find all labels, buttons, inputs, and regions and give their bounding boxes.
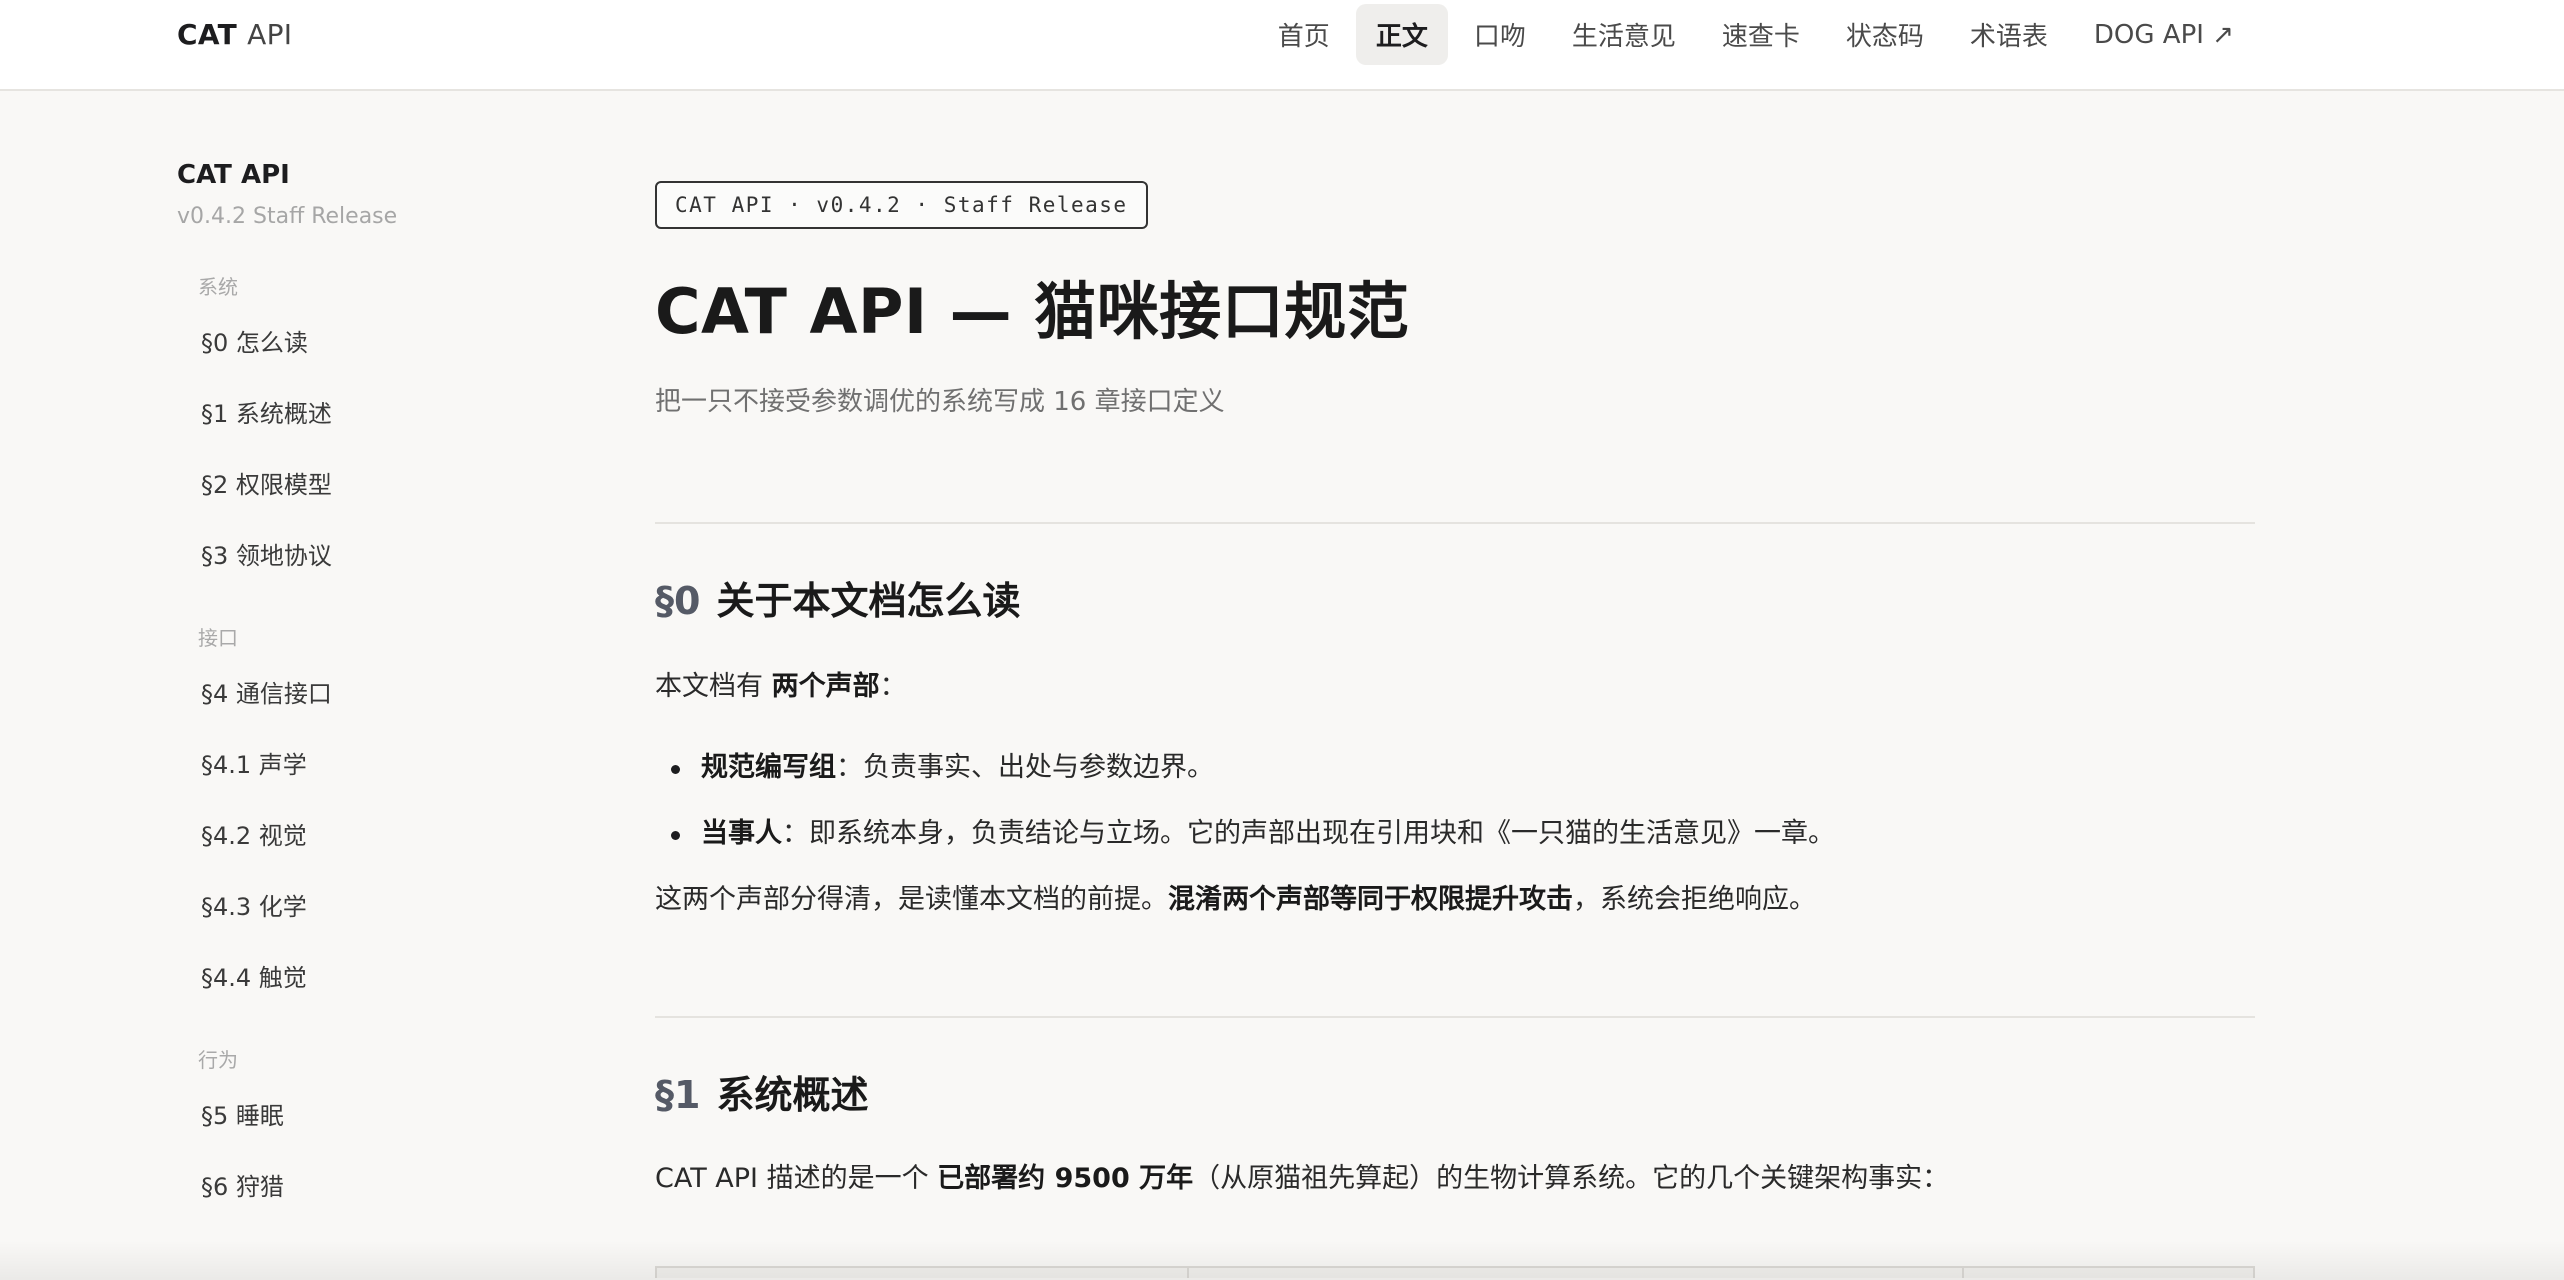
nav-status-codes[interactable]: 状态码: [1826, 4, 1944, 65]
nav-quick-reference[interactable]: 速查卡: [1702, 4, 1820, 65]
text: 本文档有: [655, 671, 772, 702]
sidebar-item-s4-4[interactable]: §4.4 触觉: [201, 963, 537, 1034]
sidebar-group-behavior: 行为: [198, 1048, 238, 1072]
page-subtitle: 把一只不接受参数调优的系统写成 16 章接口定义: [655, 387, 1225, 417]
sidebar-title[interactable]: CAT API: [177, 160, 537, 190]
list-item: 当事人：即系统本身，负责结论与立场。它的声部出现在引用块和《一只猫的生活意见》一…: [655, 814, 2255, 854]
sidebar-item-s4[interactable]: §4 通信接口: [201, 679, 537, 750]
version-badge: CAT API · v0.4.2 · Staff Release: [655, 181, 1148, 229]
section-1-paragraph: CAT API 描述的是一个 已部署约 9500 万年（从原猫祖先算起）的生物计…: [655, 1159, 2255, 1199]
list-item: 规范编写组：负责事实、出处与参数边界。: [655, 748, 2255, 788]
nav-life-opinions[interactable]: 生活意见: [1552, 4, 1696, 65]
sidebar-group-interfaces: 接口: [198, 626, 238, 650]
section-0-intro: 本文档有 两个声部：: [655, 667, 2255, 707]
text: 这两个声部分得清，是读懂本文档的前提。: [655, 884, 1168, 915]
text: ：负责事实、出处与参数边界。: [836, 752, 1214, 783]
section-divider: [655, 1016, 2255, 1018]
section-0-closing: 这两个声部分得清，是读懂本文档的前提。混淆两个声部等同于权限提升攻击，系统会拒绝…: [655, 880, 2255, 920]
sidebar-version: v0.4.2 Staff Release: [177, 204, 398, 229]
text: （从原猫祖先算起）的生物计算系统。它的几个关键架构事实：: [1193, 1163, 1950, 1194]
brand-api: API: [247, 18, 293, 51]
brand-cat: CAT: [177, 18, 238, 51]
sidebar-group-system: 系统: [198, 275, 238, 299]
top-navigation: CAT API 首页 正文 口吻 生活意见 速查卡 状态码 术语表 DOG AP…: [0, 0, 2564, 91]
section-number: §1: [655, 1073, 701, 1117]
bold-text: 两个声部: [771, 671, 880, 702]
page-title: CAT API — 猫咪接口规范: [655, 275, 1410, 348]
bold-text: 规范编写组: [701, 752, 836, 783]
section-title: 系统概述: [716, 1073, 869, 1117]
nav-tone[interactable]: 口吻: [1454, 4, 1546, 65]
text: ：即系统本身，负责结论与立场。它的声部出现在引用块和《一只猫的生活意见》一章。: [782, 818, 1835, 849]
sidebar-item-s4-1[interactable]: §4.1 声学: [201, 750, 537, 821]
sidebar-item-s4-2[interactable]: §4.2 视觉: [201, 821, 537, 892]
text: ，系统会拒绝响应。: [1573, 884, 1816, 915]
nav-main-text[interactable]: 正文: [1355, 4, 1448, 65]
bold-text: 混淆两个声部等同于权限提升攻击: [1168, 884, 1573, 915]
sidebar-item-s0[interactable]: §0 怎么读: [201, 328, 537, 399]
main-content: CAT API · v0.4.2 · Staff Release CAT API…: [655, 181, 2255, 1199]
brand-logo[interactable]: CAT API: [177, 18, 292, 51]
sidebar-item-s4-3[interactable]: §4.3 化学: [201, 892, 537, 963]
section-0-heading: §0 关于本文档怎么读: [655, 570, 2255, 625]
section-1-heading: §1 系统概述: [655, 1064, 2255, 1119]
bold-text: 已部署约 9500 万年: [937, 1163, 1194, 1194]
sidebar-item-s3[interactable]: §3 领地协议: [201, 541, 537, 612]
sidebar-item-s6[interactable]: §6 狩猎: [201, 1172, 537, 1243]
sidebar: CAT API v0.4.2 Staff Release 系统 §0 怎么读 §…: [177, 160, 537, 1243]
section-divider: [655, 522, 2255, 524]
architecture-table-edge: [655, 1266, 2255, 1278]
nav-home[interactable]: 首页: [1258, 4, 1350, 65]
sidebar-item-s2[interactable]: §2 权限模型: [201, 470, 537, 541]
text: CAT API 描述的是一个: [655, 1163, 938, 1194]
bold-text: 当事人: [701, 818, 782, 849]
nav-menu: 首页 正文 口吻 生活意见 速查卡 状态码 术语表 DOG API ↗: [1258, 4, 2254, 65]
text: ：: [879, 671, 907, 702]
voices-list: 规范编写组：负责事实、出处与参数边界。 当事人：即系统本身，负责结论与立场。它的…: [655, 748, 2255, 854]
sidebar-item-s5[interactable]: §5 睡眠: [201, 1101, 537, 1172]
sidebar-item-s1[interactable]: §1 系统概述: [201, 399, 537, 470]
section-number: §0: [655, 579, 701, 623]
nav-glossary[interactable]: 术语表: [1950, 4, 2068, 65]
nav-dog-api-external-link[interactable]: DOG API ↗: [2074, 8, 2254, 62]
section-title: 关于本文档怎么读: [716, 579, 1021, 623]
